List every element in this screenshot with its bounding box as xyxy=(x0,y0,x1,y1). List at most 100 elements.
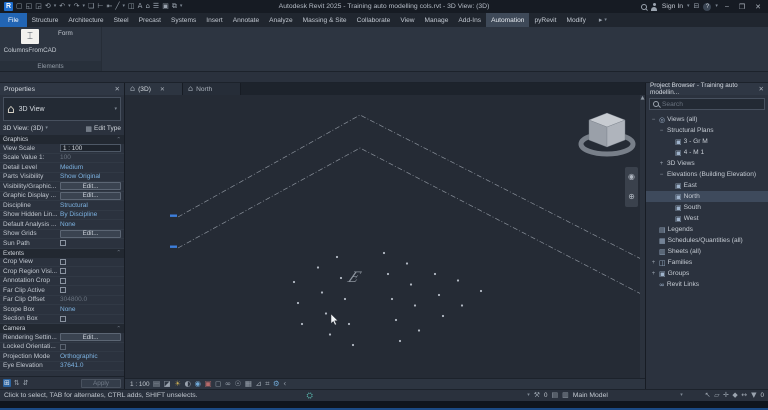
design-options-icon[interactable]: ▥ xyxy=(562,392,569,399)
tree-item-3d-views[interactable]: +3D Views xyxy=(646,158,768,169)
ribbon-tab-steel[interactable]: Steel xyxy=(109,13,134,27)
tree-item-groups[interactable]: + ▣ Groups xyxy=(646,268,768,279)
canvas-scrollbar[interactable]: ▲ xyxy=(640,95,645,378)
project-browser-close-icon[interactable]: ✕ xyxy=(759,85,764,93)
redo-chevron-icon[interactable]: ▾ xyxy=(83,4,86,9)
tree-item-south[interactable]: ▣ South xyxy=(646,202,768,213)
analytical-model-icon[interactable]: ⊿ xyxy=(255,380,261,388)
edit-button[interactable]: Edit... xyxy=(60,191,121,200)
property-value-input[interactable]: 1 : 100 xyxy=(60,144,121,153)
section-header-camera[interactable]: Camera ⌃ xyxy=(0,324,124,333)
account-icon[interactable] xyxy=(651,2,658,11)
cart-icon[interactable]: ⊟ xyxy=(694,3,700,10)
save-icon[interactable]: ◲ xyxy=(35,3,42,10)
ribbon-tab-analyze[interactable]: Analyze xyxy=(264,13,297,27)
instance-selector[interactable]: 3D View: (3D) xyxy=(3,125,43,132)
view-tab-3d[interactable]: ⌂ (3D) ✕ xyxy=(125,83,183,95)
restore-button[interactable]: ❐ xyxy=(736,3,748,11)
crop-region-icon[interactable]: ◻ xyxy=(215,380,221,388)
crop-view-icon[interactable]: ▣ xyxy=(205,380,212,388)
sign-in-chevron-icon[interactable]: ▾ xyxy=(687,4,690,9)
property-value[interactable]: Orthographic xyxy=(60,353,124,360)
worksharing-status-icon[interactable]: ⛭ xyxy=(307,391,313,401)
ribbon-tab-insert[interactable]: Insert xyxy=(201,13,228,27)
model-line-icon[interactable]: ╱ xyxy=(115,3,119,10)
view-scale-button[interactable]: 1 : 100 xyxy=(130,381,150,388)
model-line-chevron-icon[interactable]: ▾ xyxy=(123,4,126,9)
properties-close-icon[interactable]: ✕ xyxy=(115,85,120,93)
apply-button[interactable]: Apply xyxy=(81,378,121,388)
help-icon[interactable]: ? xyxy=(703,2,712,11)
instance-selector-chevron-icon[interactable]: ▾ xyxy=(45,126,48,131)
property-value[interactable]: Show Original xyxy=(60,173,124,180)
filter-icon[interactable]: ▼ xyxy=(751,392,756,399)
tree-item-elevations-building-elevation-[interactable]: − Elevations (Building Elevation) xyxy=(646,169,768,180)
type-selector-chevron-icon[interactable]: ▾ xyxy=(114,106,117,112)
properties-bottom-icon-2[interactable]: ⇅ xyxy=(14,379,20,387)
redo-icon[interactable]: ↷ xyxy=(74,3,80,10)
thin-lines-icon[interactable]: ☰ xyxy=(153,3,159,10)
edit-button[interactable]: Edit... xyxy=(60,182,121,191)
search-icon[interactable] xyxy=(640,3,647,10)
ribbon-tab-precast[interactable]: Precast xyxy=(134,13,166,27)
visual-style-icon[interactable]: ◪ xyxy=(164,380,171,388)
tree-item-north[interactable]: ▣ North xyxy=(646,191,768,202)
property-checkbox[interactable] xyxy=(60,315,66,322)
tree-item-revit-links[interactable]: ∞ Revit Links xyxy=(646,279,768,290)
editing-requests-icon[interactable]: ▤ xyxy=(552,392,559,399)
columns-from-cad-button[interactable]: ⌶ ColumnsFromCAD xyxy=(4,29,56,54)
select-underlay-icon[interactable]: ▱ xyxy=(714,392,719,399)
reveal-constraints-icon[interactable]: ⌗ xyxy=(265,380,269,388)
properties-bottom-icon-3[interactable]: ⇵ xyxy=(23,379,29,387)
section-header-extents[interactable]: Extents ⌃ xyxy=(0,248,124,258)
measure-icon[interactable]: ⊢ xyxy=(97,3,103,10)
open-icon[interactable]: ◱ xyxy=(26,3,33,10)
print-icon[interactable]: ❏ xyxy=(88,3,94,10)
property-value[interactable]: 37641.0 xyxy=(60,362,124,369)
property-checkbox[interactable] xyxy=(60,343,66,350)
tree-item-legends[interactable]: ▤ Legends xyxy=(646,224,768,235)
ribbon-tab-annotate[interactable]: Annotate xyxy=(228,13,264,27)
active-workset-dropdown[interactable]: Main Model ▾ xyxy=(573,392,683,399)
edit-type-button[interactable]: ▦ Edit Type xyxy=(85,125,121,133)
shadows-icon[interactable]: ◐ xyxy=(184,380,191,388)
ribbon-tab-structure[interactable]: Structure xyxy=(27,13,64,27)
new-icon[interactable]: ▢ xyxy=(16,3,23,10)
tree-item-3-gr-m[interactable]: ▣ 3 - Gr M xyxy=(646,136,768,147)
aligned-dimension-icon[interactable]: ⇤ xyxy=(106,3,112,10)
tree-expand-icon[interactable]: + xyxy=(650,271,657,277)
worksets-icon[interactable]: ⚒ xyxy=(534,392,540,399)
property-value[interactable]: None xyxy=(60,306,124,313)
tree-item-4-m-1[interactable]: ▣ 4 - M 1 xyxy=(646,147,768,158)
temporary-view-properties-icon[interactable]: ▦ xyxy=(245,380,252,388)
close-button[interactable]: ✕ xyxy=(752,3,764,11)
select-pinned-icon[interactable]: ✛ xyxy=(723,392,729,399)
view-cube[interactable] xyxy=(578,112,636,157)
tree-item-east[interactable]: ▣ East xyxy=(646,180,768,191)
tree-item-west[interactable]: ▣ West xyxy=(646,213,768,224)
detail-level-icon[interactable]: ▤ xyxy=(153,380,160,388)
ribbon-tab-modify[interactable]: Modify xyxy=(561,13,590,27)
tree-item-schedules-quantities-all-[interactable]: ▦ Schedules/Quantities (all) xyxy=(646,235,768,246)
select-links-icon[interactable]: ↖ xyxy=(705,392,711,399)
ribbon-tab-view[interactable]: View xyxy=(395,13,419,27)
property-checkbox[interactable] xyxy=(60,240,66,247)
property-value[interactable]: Medium xyxy=(60,164,124,171)
status-chevron-icon[interactable]: ▾ xyxy=(527,393,530,398)
zoom-tool-icon[interactable]: ⊕ xyxy=(628,193,635,201)
undo-icon[interactable]: ↶ xyxy=(59,3,65,10)
tree-expand-icon[interactable]: + xyxy=(658,161,665,167)
property-value[interactable]: 100 xyxy=(60,154,124,161)
close-hidden-windows-icon[interactable]: ▣ xyxy=(162,3,169,10)
undo-chevron-icon[interactable]: ▾ xyxy=(68,4,71,9)
media-button[interactable]: ▸ ▾ xyxy=(595,13,611,27)
ribbon-tab-automation[interactable]: Automation xyxy=(486,13,530,27)
temporary-hide-isolate-icon[interactable]: ∞ xyxy=(225,380,231,388)
steering-wheel-icon[interactable]: ◉ xyxy=(628,173,635,181)
sync-chevron-icon[interactable]: ▾ xyxy=(54,4,57,9)
type-selector[interactable]: ⌂ 3D View ▾ xyxy=(3,97,121,121)
ribbon-tab-massing-site[interactable]: Massing & Site xyxy=(298,13,352,27)
ribbon-tab-pyrevit[interactable]: pyRevit xyxy=(529,13,561,27)
tree-item-families[interactable]: + ◫ Families xyxy=(646,257,768,268)
sync-icon[interactable]: ⟲ xyxy=(45,3,51,10)
